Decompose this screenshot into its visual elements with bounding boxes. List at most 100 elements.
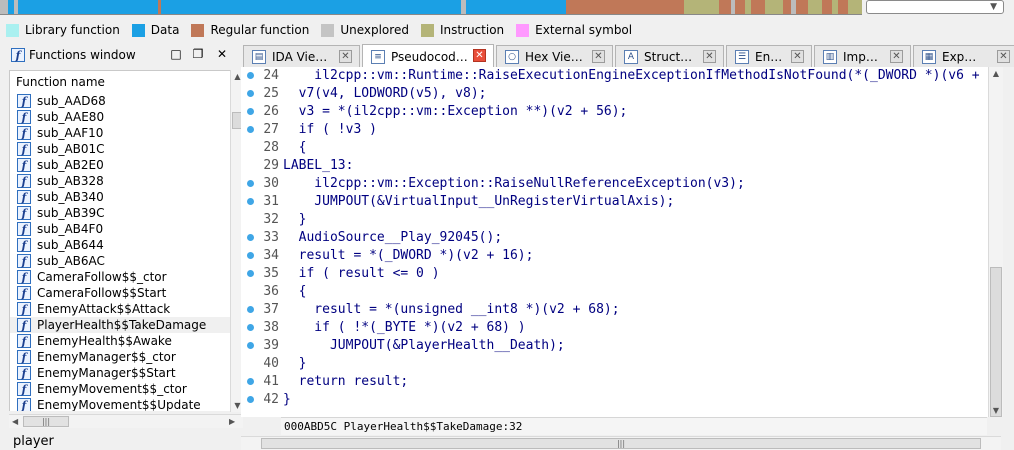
function-name: EnemyMovement$$Update [37, 398, 201, 411]
function-list-item[interactable]: f sub_AB644 [10, 237, 230, 253]
function-list-item[interactable]: f sub_AB01C [10, 141, 230, 157]
function-list-item[interactable]: f EnemyMovement$$Update [10, 397, 230, 411]
line-number: 33 [263, 230, 279, 245]
function-list-item[interactable]: f sub_AB39C [10, 205, 230, 221]
functions-horizontal-scrollbar[interactable]: ◀ ||| ▶ [9, 414, 243, 428]
function-list-item[interactable]: f sub_AAD68 [10, 93, 230, 109]
code-line[interactable]: 36 { [241, 283, 988, 301]
function-list-item[interactable]: f sub_AB328 [10, 173, 230, 189]
function-list-item[interactable]: f PlayerHealth$$TakeDamage [10, 317, 230, 333]
legend-item: Regular function [185, 23, 309, 37]
pseudocode-icon: ≡ [371, 49, 385, 64]
code-line[interactable]: 42} [241, 391, 988, 409]
close-icon[interactable]: ✕ [890, 50, 903, 63]
function-list-item[interactable]: f sub_AB4F0 [10, 221, 230, 237]
legend-label: Data [150, 23, 180, 37]
function-name: sub_AB39C [37, 206, 105, 220]
code-line[interactable]: 39 JUMPOUT(&PlayerHealth__Death); [241, 337, 988, 355]
code-line[interactable]: 27 if ( !v3 ) [241, 121, 988, 139]
tab-label: Hex Vie… [525, 49, 583, 64]
tab-structures[interactable]: A Struct… ✕ [615, 45, 724, 67]
close-icon[interactable]: ✕ [473, 49, 486, 62]
code-line[interactable]: 33 AudioSource__Play_92045(); [241, 229, 988, 247]
code-text: } [283, 356, 307, 371]
scroll-right-icon[interactable]: ▶ [229, 415, 235, 428]
function-list-item[interactable]: f EnemyMovement$$_ctor [10, 381, 230, 397]
functions-window-titlebar: f Functions window □ ❐ ✕ [9, 43, 239, 67]
hex-view-icon: ○ [505, 49, 519, 64]
legend-label: Unexplored [340, 23, 409, 37]
nav-band-segment [765, 0, 783, 14]
close-icon[interactable]: ✕ [997, 50, 1010, 63]
code-line[interactable]: 37 result = *(unsigned __int8 *)(v2 + 68… [241, 301, 988, 319]
code-line[interactable]: 34 result = *(_DWORD *)(v2 + 16); [241, 247, 988, 265]
function-name: sub_AB328 [37, 174, 104, 188]
tab-enums[interactable]: ☰ En… ✕ [726, 45, 812, 67]
code-line[interactable]: 41 return result; [241, 373, 988, 391]
scroll-thumb[interactable]: ||| [23, 416, 69, 427]
functions-list[interactable]: f sub_AAD68 f sub_AAE80 f sub_AAF10 f sub_AB01C… [9, 93, 230, 411]
function-list-item[interactable]: f EnemyManager$$_ctor [10, 349, 230, 365]
function-list-item[interactable]: f sub_AB2E0 [10, 157, 230, 173]
nav-band-segment [684, 0, 719, 14]
function-list-item[interactable]: f EnemyAttack$$Attack [10, 301, 230, 317]
scroll-thumb[interactable] [990, 267, 1002, 417]
function-list-item[interactable]: f EnemyManager$$Start [10, 365, 230, 381]
scroll-down-icon[interactable]: ▼ [989, 406, 1003, 415]
line-number: 28 [263, 140, 279, 155]
code-text: if ( !v3 ) [283, 122, 377, 137]
function-name: sub_AB2E0 [37, 158, 104, 172]
scroll-thumb[interactable]: ||| [261, 438, 981, 449]
code-line[interactable]: 32 } [241, 211, 988, 229]
exports-icon: ▦ [922, 49, 936, 64]
column-header-function-name[interactable]: Function name [9, 70, 231, 94]
function-list-item[interactable]: f sub_AAF10 [10, 125, 230, 141]
line-number: 29 [263, 158, 279, 173]
scroll-left-icon[interactable]: ◀ [12, 415, 18, 428]
code-text: return result; [283, 374, 409, 389]
code-line[interactable]: 38 if ( !*(_BYTE *)(v2 + 68) ) [241, 319, 988, 337]
function-name: sub_AB6AC [37, 254, 105, 268]
restore-icon[interactable]: □ [169, 47, 183, 61]
code-horizontal-scrollbar[interactable]: ||| [241, 436, 1001, 450]
code-line[interactable]: 40 } [241, 355, 988, 373]
code-line[interactable]: 26 v3 = *(il2cpp::vm::Exception **)(v2 +… [241, 103, 988, 121]
code-text: if ( !*(_BYTE *)(v2 + 68) ) [283, 320, 526, 335]
segment-selector[interactable]: ▼ [866, 0, 1004, 14]
code-line[interactable]: 25 v7(v4, LODWORD(v5), v8); [241, 85, 988, 103]
tab-exports[interactable]: ▦ Exp… ✕ [913, 45, 1014, 67]
function-list-item[interactable]: f CameraFollow$$_ctor [10, 269, 230, 285]
tab-hex-view[interactable]: ○ Hex Vie… ✕ [496, 45, 613, 67]
close-icon[interactable]: ✕ [703, 50, 716, 63]
scroll-up-icon[interactable]: ▲ [989, 69, 1003, 78]
function-list-item[interactable]: f sub_AB6AC [10, 253, 230, 269]
tab-ida-view[interactable]: ▤ IDA Vie… ✕ [243, 45, 360, 67]
function-list-item[interactable]: f sub_AB340 [10, 189, 230, 205]
function-name: CameraFollow$$Start [37, 286, 167, 300]
code-line[interactable]: 35 if ( result <= 0 ) [241, 265, 988, 283]
close-icon[interactable]: ✕ [215, 47, 229, 61]
code-line[interactable]: 31 JUMPOUT(&VirtualInput__UnRegisterVirt… [241, 193, 988, 211]
close-icon[interactable]: ✕ [592, 50, 605, 63]
pseudocode-view[interactable]: 24 il2cpp::vm::Runtime::RaiseExecutionEn… [241, 67, 988, 417]
nav-band-segment [822, 0, 832, 14]
code-line[interactable]: 24 il2cpp::vm::Runtime::RaiseExecutionEn… [241, 67, 988, 85]
function-list-item[interactable]: f CameraFollow$$Start [10, 285, 230, 301]
tab-imports[interactable]: ▥ Imp… ✕ [814, 45, 911, 67]
function-icon: f [17, 126, 31, 140]
tab-pseudocode[interactable]: ≡ Pseudocod… ✕ [362, 44, 494, 68]
code-line[interactable]: 28 { [241, 139, 988, 157]
close-icon[interactable]: ✕ [791, 50, 804, 63]
function-list-item[interactable]: f sub_AAE80 [10, 109, 230, 125]
function-list-item[interactable]: f EnemyHealth$$Awake [10, 333, 230, 349]
line-number: 42 [263, 392, 279, 407]
close-icon[interactable]: ✕ [339, 50, 352, 63]
function-search-text[interactable]: player [13, 434, 54, 449]
code-vertical-scrollbar[interactable]: ▲ ▼ [988, 67, 1003, 417]
code-line[interactable]: 29 LABEL_13: [241, 157, 988, 175]
float-window-icon[interactable]: ❐ [191, 47, 205, 61]
tab-label: En… [755, 49, 783, 64]
function-name: sub_AB644 [37, 238, 104, 252]
navigation-band[interactable] [0, 0, 862, 15]
code-line[interactable]: 30 il2cpp::vm::Exception::RaiseNullRefer… [241, 175, 988, 193]
